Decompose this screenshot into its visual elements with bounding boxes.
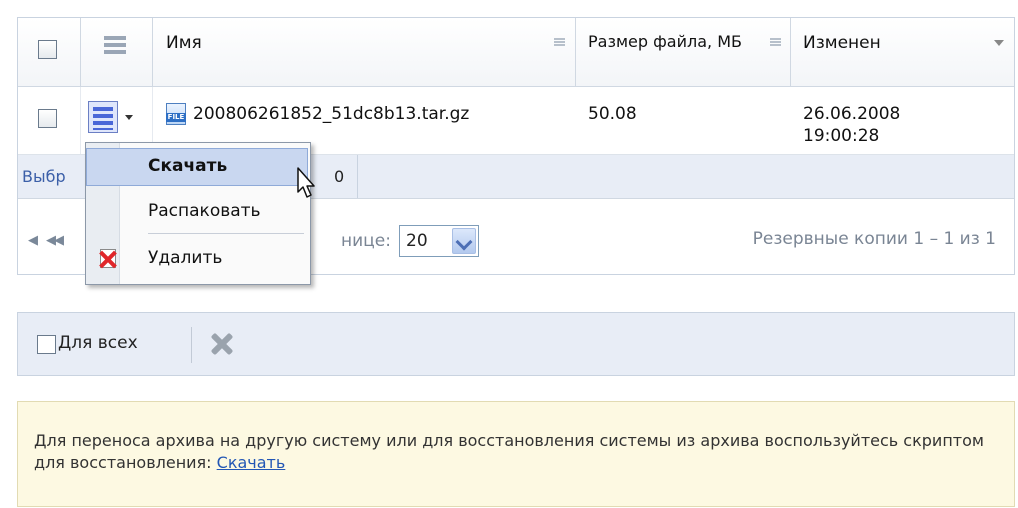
pager-info: Резервные копии 1 – 1 из 1 — [752, 229, 996, 249]
info-note: Для переноса архива на другую систему ил… — [17, 401, 1015, 507]
row-checkbox[interactable] — [38, 109, 57, 128]
row-actions-button[interactable] — [88, 101, 152, 133]
note-body: Для переноса архива на другую систему ил… — [34, 431, 984, 472]
column-header-name[interactable]: Имя — [166, 32, 202, 54]
mouse-pointer-icon — [297, 167, 315, 198]
column-menu-icon[interactable] — [104, 36, 126, 54]
menu-item-label: Скачать — [148, 156, 228, 176]
delete-icon[interactable] — [210, 332, 234, 356]
col-divider — [575, 18, 576, 86]
file-size: 50.08 — [588, 104, 637, 124]
col-divider — [80, 87, 81, 154]
column-header-modified[interactable]: Изменен — [803, 32, 881, 54]
note-text: Для переноса архива на другую систему ил… — [34, 430, 994, 474]
menu-separator — [148, 233, 304, 234]
modified-date: 26.06.2008 — [803, 104, 901, 124]
menu-item-delete[interactable]: Удалить — [86, 240, 310, 278]
menu-item-label: Удалить — [148, 248, 223, 268]
select-all-checkbox[interactable] — [38, 40, 57, 59]
col-divider — [790, 18, 791, 86]
menu-item-label: Распаковать — [148, 201, 261, 221]
row-context-menu: Скачать Распаковать Удалить — [85, 142, 311, 285]
per-page-select[interactable]: 20 — [399, 225, 479, 257]
menu-item-extract[interactable]: Распаковать — [86, 193, 310, 231]
selected-count: 0 — [334, 167, 345, 186]
column-sort-icon[interactable] — [554, 38, 565, 46]
first-page-icon[interactable]: ◀ — [28, 233, 38, 248]
toolbar-separator — [191, 327, 192, 363]
download-script-link[interactable]: Скачать — [217, 453, 286, 472]
delete-icon — [100, 249, 116, 268]
actions-menu-icon — [88, 101, 118, 133]
modified-time: 19:00:28 — [803, 126, 880, 146]
col-divider — [80, 18, 81, 86]
column-header-size[interactable]: Размер файла, МБ — [588, 32, 770, 52]
file-name[interactable]: 200806261852_51dc8b13.tar.gz — [193, 103, 469, 125]
bulk-toolbar: Для всех — [17, 312, 1015, 376]
column-sort-icon[interactable] — [770, 38, 781, 46]
col-divider — [357, 155, 358, 198]
sort-desc-icon[interactable] — [994, 40, 1004, 46]
selected-label[interactable]: Выбр — [22, 167, 66, 186]
menu-item-download[interactable]: Скачать — [86, 148, 308, 186]
for-all-checkbox[interactable] — [37, 335, 56, 354]
chevron-down-icon — [125, 115, 133, 120]
file-archive-icon: FILE — [166, 103, 186, 125]
per-page-value: 20 — [406, 231, 428, 251]
prev-page-icon[interactable]: ◀◀ — [46, 233, 64, 248]
col-divider — [152, 18, 153, 86]
per-page-label: нице: — [341, 231, 391, 251]
for-all-label[interactable]: Для всех — [58, 333, 138, 353]
grid-header: Имя Размер файла, МБ Изменен — [18, 18, 1014, 87]
dropdown-arrow-icon[interactable] — [452, 228, 476, 254]
